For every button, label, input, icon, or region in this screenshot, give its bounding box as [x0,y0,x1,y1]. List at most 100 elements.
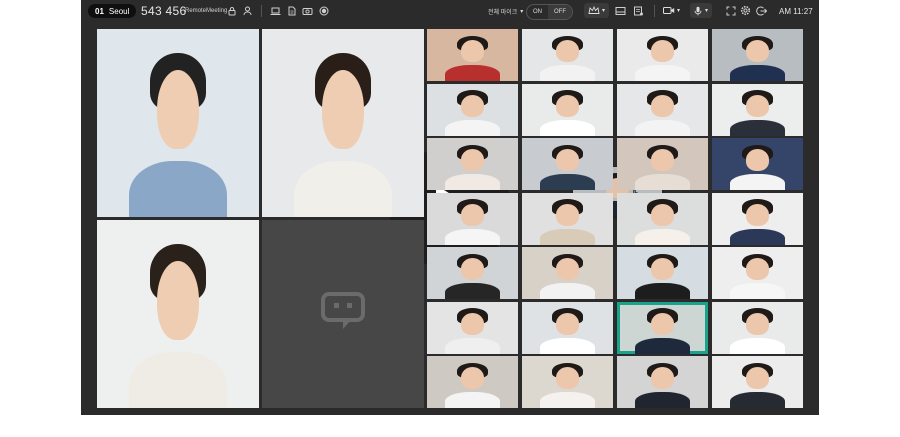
participant-face [745,149,770,172]
clock: AM 11:27 [779,6,813,16]
participant-face [745,40,770,63]
participant-face [650,40,675,63]
participant-body [730,392,785,408]
participant-face [745,94,770,117]
participant-body [294,160,392,217]
video-tile[interactable] [522,29,613,81]
notes-icon[interactable] [632,4,645,17]
video-tile-active-speaker[interactable] [617,301,708,354]
participant-body [445,228,500,245]
participant-face [156,70,200,150]
participant-body [540,283,595,299]
video-tile[interactable] [522,356,613,408]
video-tile[interactable] [427,83,518,136]
video-tile[interactable] [427,29,518,81]
participant-face [745,367,770,390]
user-settings-icon[interactable] [241,4,254,17]
participant-face [650,367,675,390]
video-tile[interactable] [427,138,518,190]
video-tile[interactable] [712,83,803,136]
document-icon[interactable] [285,4,298,17]
video-tile[interactable] [522,247,613,299]
participant-body [540,119,595,136]
participant-body [445,392,500,408]
participant-body [540,337,595,354]
participant-face [650,203,675,226]
participant-face [650,258,675,281]
participant-body [730,283,785,299]
video-tile[interactable] [617,247,708,299]
video-tile[interactable] [427,247,518,299]
participant-face [650,312,675,335]
video-tile[interactable] [522,83,613,136]
participant-face [460,367,485,390]
layout-icon[interactable] [614,4,627,17]
meeting-window: 01 Seoul 543 456 RemoteMeeting 전체 마이크 ▾ [81,0,819,415]
video-tile[interactable] [617,356,708,408]
exit-icon[interactable] [755,4,768,17]
participant-body [540,228,595,245]
participant-body [635,337,690,354]
video-toggle[interactable]: ▾ [663,3,680,18]
video-tile[interactable] [522,301,613,354]
video-tile[interactable] [617,83,708,136]
participant-face [555,203,580,226]
participant-face [460,258,485,281]
mute-all-dropdown[interactable]: 전체 마이크 ▾ [488,0,523,22]
toggle-off-option[interactable]: OFF [548,5,572,19]
participant-body [445,337,500,354]
video-tile-large[interactable] [262,29,424,217]
fullscreen-icon[interactable] [724,4,737,17]
participant-face [555,149,580,172]
video-tile[interactable] [427,192,518,245]
participant-face [156,261,200,341]
participant-face [555,94,580,117]
participant-body [445,174,500,190]
video-tile[interactable] [712,192,803,245]
video-tile-large[interactable] [97,29,259,217]
video-tile[interactable] [712,29,803,81]
toggle-on-option[interactable]: ON [527,5,548,19]
participant-face [555,258,580,281]
video-tile[interactable] [617,29,708,81]
video-tile[interactable] [522,192,613,245]
video-tile[interactable] [712,356,803,408]
video-tile[interactable] [522,138,613,190]
room-number: 01 [95,6,104,16]
participant-body [445,65,500,81]
settings-icon[interactable] [739,4,752,17]
mute-all-label: 전체 마이크 [488,9,518,16]
participant-body [129,351,227,408]
participant-body [445,119,500,136]
microphone-toggle[interactable]: ▾ [690,3,713,18]
chevron-down-icon: ▾ [705,8,709,14]
chat-bubble-icon [321,292,365,337]
meeting-id: 543 456 [141,4,187,18]
participant-body [445,283,500,299]
participant-body [730,65,785,81]
video-tile[interactable] [617,192,708,245]
video-tile[interactable] [712,138,803,190]
lock-icon[interactable] [225,4,238,17]
video-tile[interactable] [712,247,803,299]
video-tile-large[interactable] [97,220,259,408]
participant-body [635,228,690,245]
video-tile[interactable] [712,301,803,354]
participant-body [129,160,227,217]
chevron-down-icon: ▾ [520,8,524,15]
participant-body [730,174,785,190]
room-badge[interactable]: 01 Seoul [88,4,137,18]
mute-all-toggle[interactable]: ON OFF [526,4,573,20]
video-tile[interactable] [617,138,708,190]
video-tile[interactable] [427,356,518,408]
participant-face [460,94,485,117]
video-tile-large[interactable] [262,220,424,408]
participant-body [635,392,690,408]
host-button[interactable]: ▾ [584,3,610,18]
participant-face [555,367,580,390]
top-toolbar: 01 Seoul 543 456 RemoteMeeting 전체 마이크 ▾ [81,0,819,22]
video-tile[interactable] [427,301,518,354]
laptop-icon[interactable] [269,4,282,17]
record-icon[interactable] [317,4,330,17]
camera-icon[interactable] [301,4,314,17]
